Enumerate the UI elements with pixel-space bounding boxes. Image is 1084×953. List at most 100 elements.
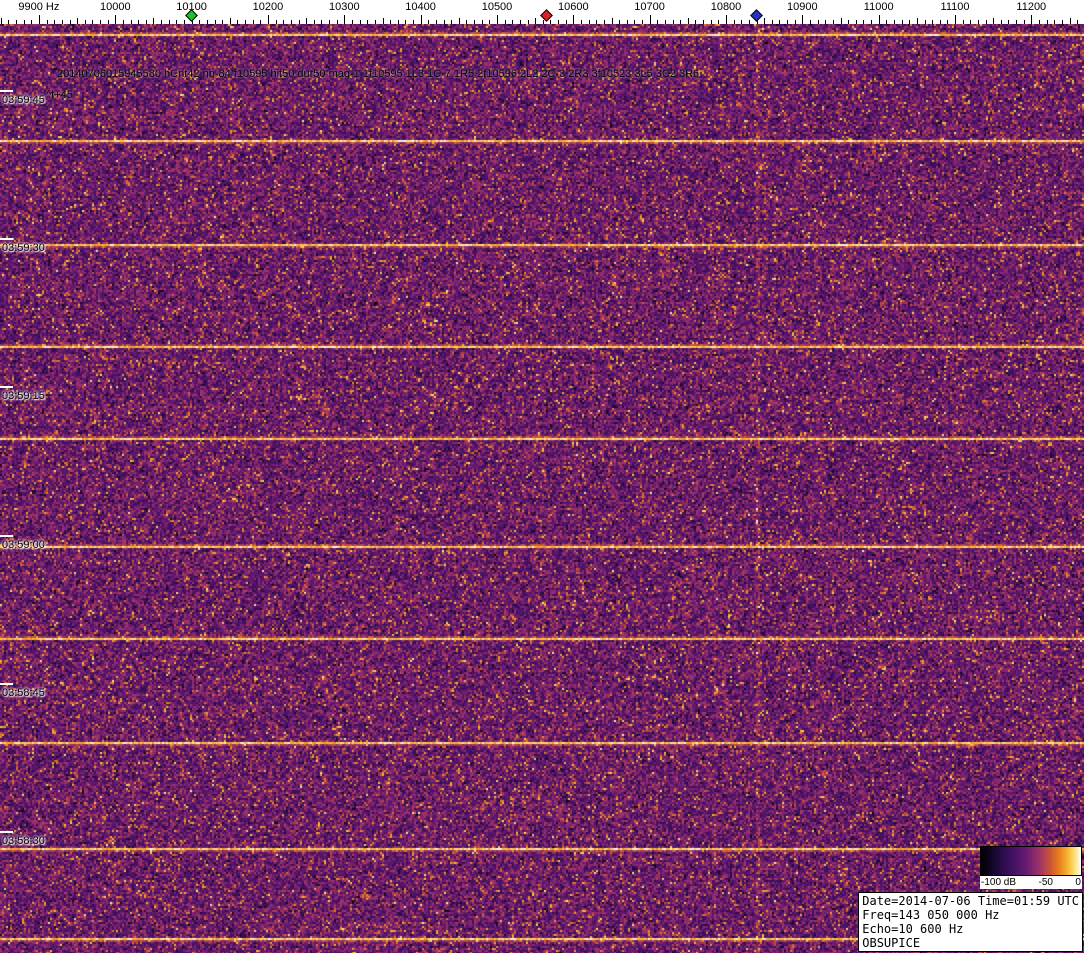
ruler-tick: [512, 20, 514, 24]
ruler-tick: [619, 20, 621, 24]
ruler-tick: [878, 15, 880, 24]
ruler-tick: [107, 20, 109, 24]
ruler-tick: [474, 20, 476, 24]
ruler-tick: [252, 20, 254, 24]
ruler-tick: [1031, 15, 1033, 24]
ruler-tick: [321, 20, 323, 24]
ruler-tick: [428, 20, 430, 24]
ruler-tick: [344, 15, 346, 24]
ruler-tick: [359, 20, 361, 24]
ruler-tick: [535, 18, 537, 24]
ruler-label-10900: 10900: [787, 1, 818, 13]
ruler-tick: [1008, 20, 1010, 24]
ruler-tick: [420, 15, 422, 24]
ruler-tick: [596, 20, 598, 24]
ruler-tick: [153, 18, 155, 24]
time-tick-dash: [0, 386, 13, 388]
spectrogram-page: { "ruler": { "unit": "Hz", "freq_at_left…: [0, 0, 1084, 953]
ruler-tick: [504, 20, 506, 24]
ruler-tick: [1039, 20, 1040, 24]
ruler-label-10400: 10400: [405, 1, 436, 13]
ruler-tick: [1054, 20, 1056, 24]
ruler-tick: [550, 20, 552, 24]
detection-annotation: 20140706015945580 hCnt42 nb-84 f10595 hi…: [57, 68, 700, 80]
ruler-tick: [351, 20, 353, 24]
ruler-tick: [92, 20, 94, 24]
ruler-tick: [901, 20, 903, 24]
colorbar-scale-labels: -100 dB -50 0: [980, 876, 1082, 889]
ruler-tick: [703, 20, 705, 24]
ruler-tick: [497, 15, 498, 24]
ruler-tick: [451, 20, 453, 24]
ruler-tick: [61, 20, 63, 24]
info-box: Date=2014-07-06 Time=01:59 UTC Freq=143 …: [858, 892, 1083, 952]
ruler-tick: [130, 20, 132, 24]
info-line-station: OBSUPICE: [862, 936, 921, 950]
ruler-tick: [206, 20, 208, 24]
ruler-tick: [863, 20, 865, 24]
ruler-tick: [977, 20, 979, 24]
ruler-label-10500: 10500: [481, 1, 513, 13]
ruler-tick: [458, 18, 460, 24]
ruler-tick: [871, 20, 872, 24]
ruler-tick: [832, 20, 834, 24]
ruler-tick: [38, 15, 40, 24]
ruler-tick: [214, 20, 216, 24]
colorbar-gradient: [980, 846, 1082, 876]
ruler-tick: [573, 15, 575, 24]
ruler-tick: [199, 20, 201, 24]
ruler-tick: [924, 20, 926, 24]
ruler-tick: [1061, 20, 1063, 24]
ruler-tick: [993, 18, 995, 24]
time-label: 03:59:00: [2, 539, 45, 551]
ruler-tick: [970, 20, 972, 24]
ruler-tick: [1069, 18, 1071, 24]
ruler-tick: [909, 20, 911, 24]
ruler-tick: [916, 18, 918, 24]
ruler-label-11100: 11100: [940, 1, 970, 13]
ruler-tick: [657, 20, 659, 24]
ruler-tick: [489, 20, 491, 24]
ruler-tick: [542, 20, 544, 24]
time-label: 03:59:45: [2, 94, 45, 106]
ruler-tick: [290, 20, 292, 24]
ruler-label-10800: 10800: [710, 1, 742, 13]
ruler-tick: [962, 20, 964, 24]
ruler-tick: [649, 15, 651, 24]
frequency-ruler: 9900 Hz 10000 10100 10200 10300 10400 10500 106…: [0, 0, 1084, 24]
blue-freq-marker[interactable]: [750, 9, 763, 22]
ruler-tick: [84, 20, 86, 24]
ruler-tick: [855, 20, 857, 24]
ruler-tick: [161, 20, 163, 24]
ruler-tick: [0, 18, 2, 24]
ruler-tick: [69, 20, 71, 24]
colorbar-min-label: -100 dB: [981, 877, 1017, 888]
ruler-label-10700: 10700: [634, 1, 665, 13]
ruler-tick: [932, 20, 934, 24]
time-tick-dash: [0, 535, 13, 537]
ruler-tick: [31, 20, 33, 24]
ruler-label-10200: 10200: [252, 1, 284, 13]
cursor-time-label: ^t+45: [46, 89, 73, 101]
ruler-tick: [443, 20, 445, 24]
ruler-tick: [893, 20, 895, 24]
spectrogram-canvas[interactable]: [0, 24, 1084, 953]
ruler-tick: [23, 20, 25, 24]
ruler-tick: [779, 20, 781, 24]
ruler-tick: [939, 20, 941, 24]
ruler-tick: [611, 18, 613, 24]
ruler-tick: [634, 20, 636, 24]
spectrogram-app: 9900 Hz 10000 10100 10200 10300 10400 10500 106…: [0, 0, 1084, 953]
ruler-tick: [245, 20, 246, 24]
ruler-tick: [168, 20, 170, 24]
time-tick-dash: [0, 238, 13, 240]
ruler-tick: [481, 20, 483, 24]
ruler-tick: [390, 20, 392, 24]
ruler-tick: [794, 20, 796, 24]
ruler-tick: [275, 20, 277, 24]
ruler-tick: [283, 20, 285, 24]
ruler-tick: [54, 20, 56, 24]
ruler-tick: [695, 20, 697, 24]
ruler-tick: [336, 20, 338, 24]
ruler-tick: [825, 20, 827, 24]
